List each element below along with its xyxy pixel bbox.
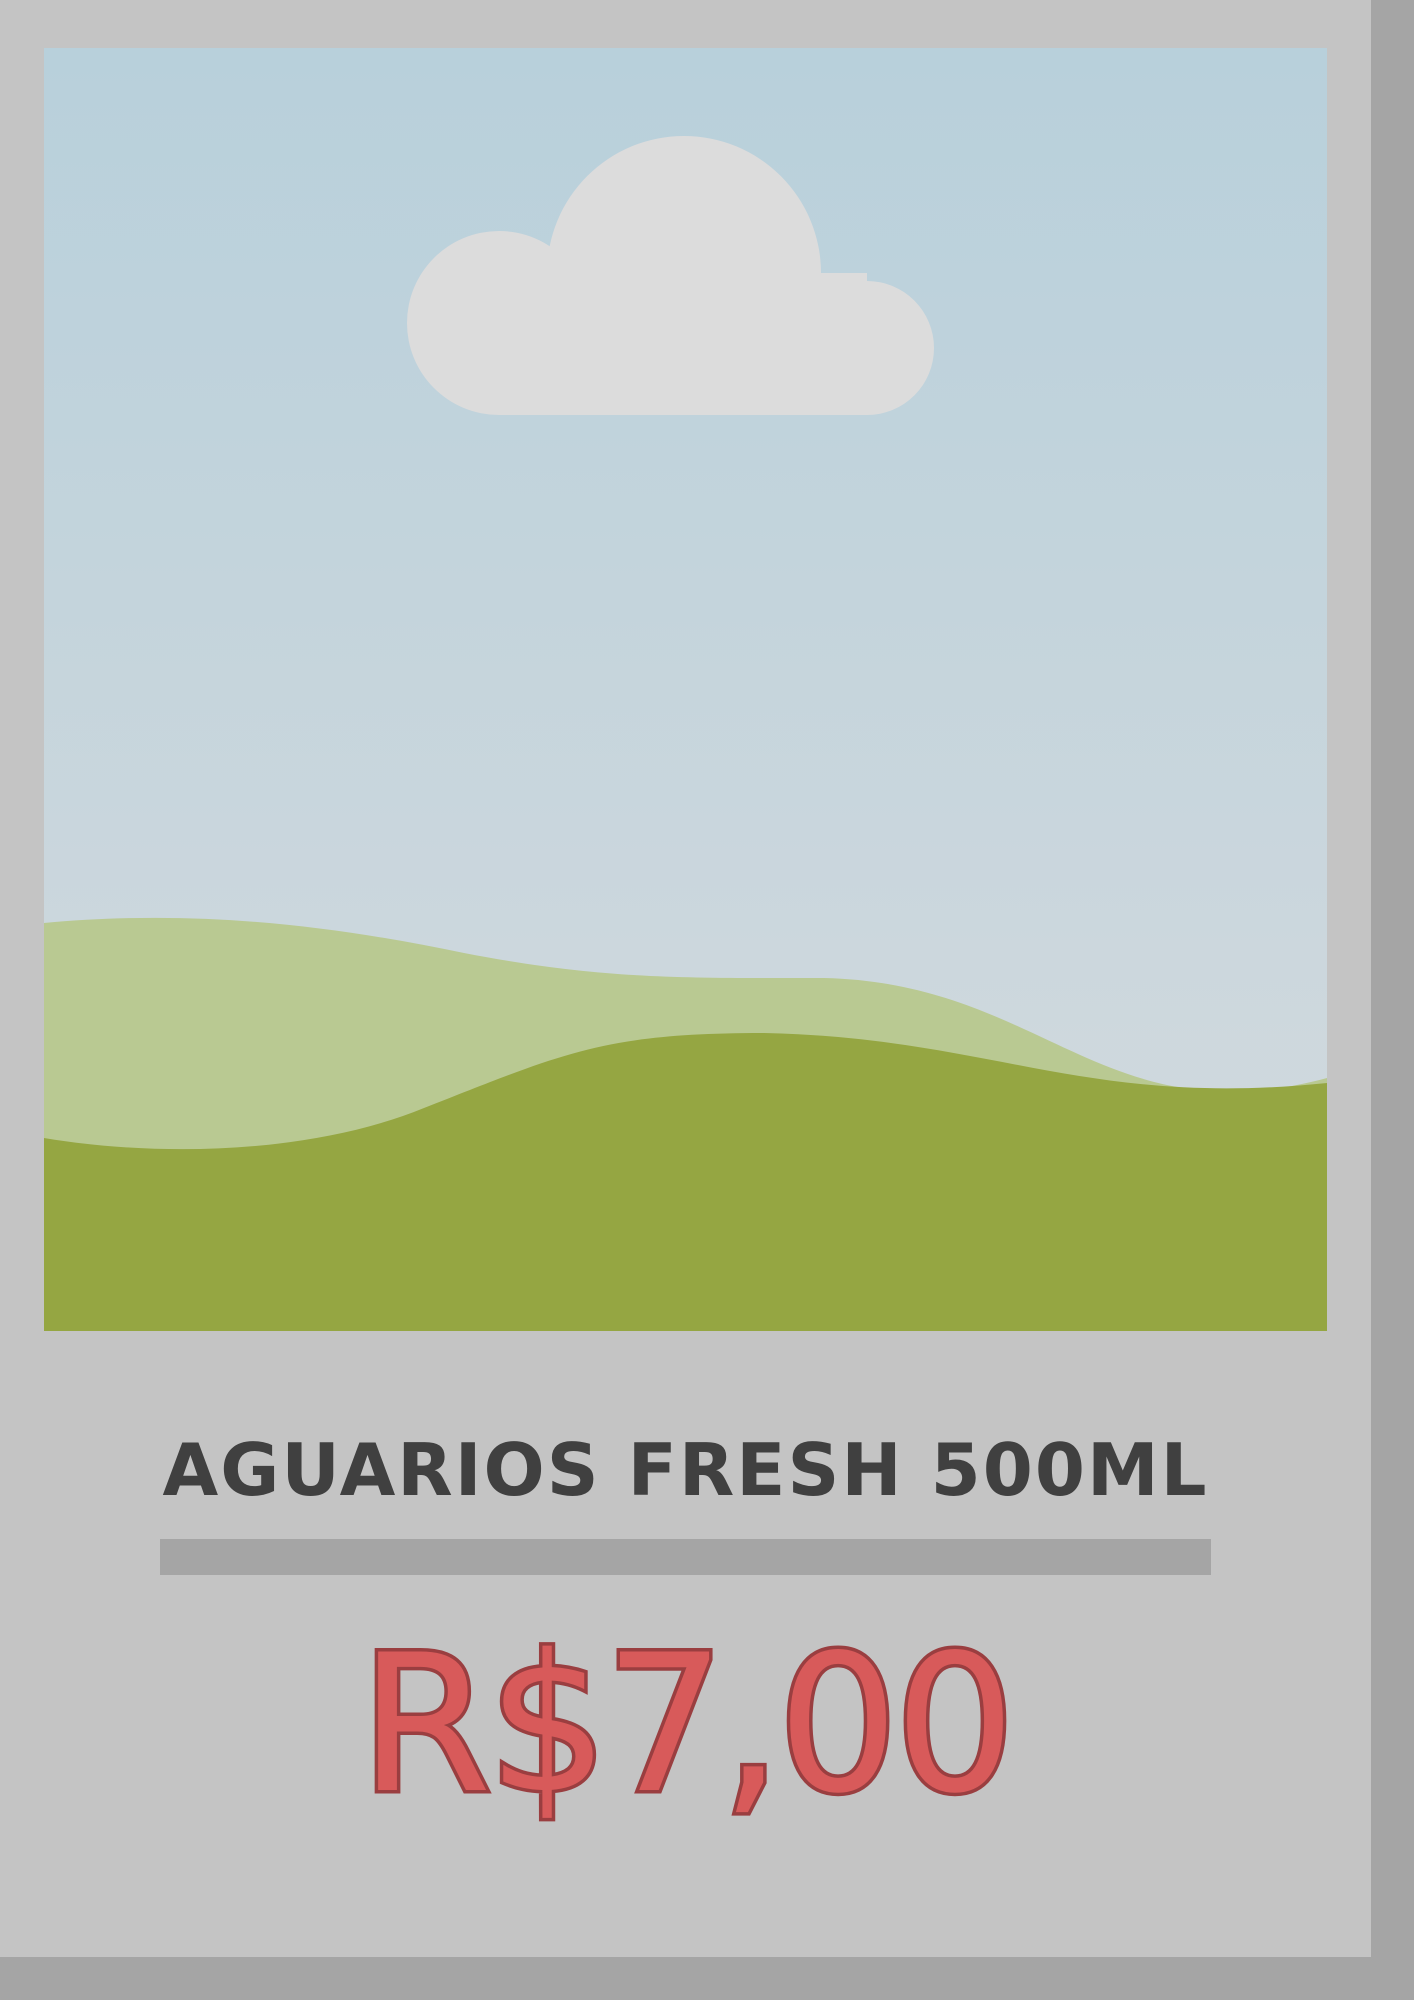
landscape-placeholder-icon — [44, 48, 1327, 1331]
card-shadow-bottom — [0, 1957, 1414, 2000]
price-tag-card: AGUARIOS FRESH 500ML R$7,00 — [0, 0, 1371, 1957]
product-name: AGUARIOS FRESH 500ML — [162, 1428, 1209, 1512]
divider — [160, 1539, 1211, 1575]
product-price: R$7,00 — [356, 1611, 1019, 1839]
product-image-placeholder — [44, 48, 1327, 1331]
card-shadow-right — [1371, 0, 1414, 2000]
